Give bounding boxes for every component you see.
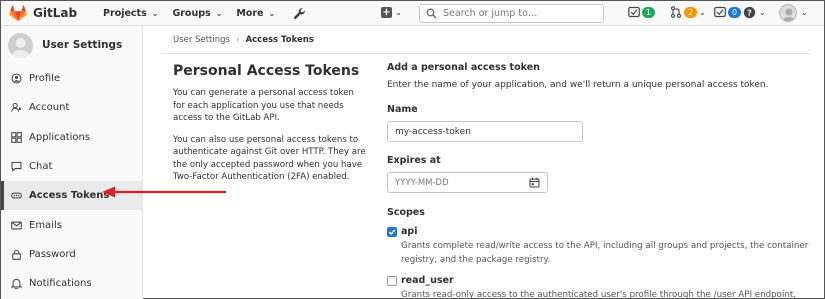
new-dropdown-button[interactable]: + ⌄: [381, 7, 402, 18]
sidebar-header[interactable]: User Settings: [1, 26, 142, 64]
lock-icon: [12, 249, 21, 260]
todos-button[interactable]: 0: [714, 6, 742, 18]
sidebar-item-chat[interactable]: Chat: [1, 152, 142, 181]
annotation-arrow: [102, 186, 226, 198]
form-heading: Add a personal access token: [387, 62, 540, 73]
breadcrumb-parent-link[interactable]: User Settings: [173, 35, 230, 45]
issues-count-badge: 1: [642, 6, 656, 18]
avatar: [8, 32, 33, 58]
nav-projects-label: Projects: [103, 7, 147, 19]
issues-button[interactable]: 1: [628, 6, 656, 18]
chevron-down-icon[interactable]: ⌄: [801, 8, 808, 17]
nav-more-label: More: [236, 7, 264, 19]
issues-icon: [628, 6, 640, 18]
svg-text:?: ?: [747, 7, 752, 17]
main-nav: Projects ⌄ Groups ⌄ More ⌄: [103, 7, 306, 20]
scope-read-user-checkbox[interactable]: [387, 276, 397, 286]
sidebar-item-applications[interactable]: Applications: [1, 123, 142, 152]
add-token-form: Add a personal access token Enter the na…: [387, 62, 817, 299]
sidebar-item-password[interactable]: Password: [1, 240, 142, 269]
merge-requests-button[interactable]: 2 ⌄: [670, 6, 706, 18]
search-input[interactable]: [443, 8, 593, 19]
sidebar-item-emails[interactable]: Emails: [1, 210, 142, 239]
sidebar-title: User Settings: [42, 39, 123, 51]
scope-read-user: read_user: [387, 275, 817, 286]
nav-groups[interactable]: Groups ⌄: [172, 8, 222, 19]
chevron-down-icon: ⌄: [215, 8, 223, 18]
admin-wrench-icon[interactable]: [293, 7, 306, 20]
sidebar-item-label: Notifications: [29, 278, 92, 290]
scope-api-label[interactable]: api: [401, 226, 417, 237]
expires-label: Expires at: [387, 155, 441, 166]
applications-icon: [11, 131, 22, 143]
sidebar-item-label: Emails: [29, 219, 62, 231]
nav-more[interactable]: More ⌄: [236, 8, 275, 19]
sidebar-item-label: Applications: [29, 131, 91, 143]
sidebar-item-label: Chat: [29, 161, 53, 173]
sidebar-item-label: Password: [29, 248, 76, 260]
bell-icon: [11, 279, 22, 290]
help-button[interactable]: ? ⌄: [743, 6, 766, 19]
todos-count-badge: 0: [728, 6, 742, 18]
avatar-icon: [782, 8, 796, 21]
scope-read-user-label[interactable]: read_user: [401, 275, 454, 286]
scope-read-user-description: Grants read-only access to the authentic…: [401, 290, 797, 299]
brand-name: GitLab: [33, 6, 78, 20]
user-avatar[interactable]: [779, 4, 797, 22]
nav-projects[interactable]: Projects ⌄: [103, 8, 158, 19]
chevron-down-icon: ⌄: [759, 8, 766, 17]
chevron-down-icon: ⌄: [395, 8, 402, 17]
form-hint: Enter the name of your application, and …: [387, 80, 769, 90]
scope-api-checkbox[interactable]: [387, 227, 397, 237]
settings-sidebar: User Settings Profile Account Applicatio…: [1, 26, 143, 299]
scopes-label: Scopes: [387, 207, 425, 218]
scope-api: api: [387, 226, 817, 237]
chevron-right-icon: ›: [235, 35, 240, 45]
avatar-icon: [11, 37, 30, 58]
info-paragraph-2: You can also use personal access tokens …: [173, 134, 366, 183]
breadcrumb-current[interactable]: Access Tokens: [246, 35, 314, 45]
info-panel: Personal Access Tokens You can generate …: [173, 63, 368, 193]
sidebar-item-label: Account: [29, 102, 70, 114]
chevron-down-icon: ⌄: [699, 7, 706, 17]
search-box[interactable]: [419, 4, 604, 23]
token-icon: [11, 192, 22, 199]
sidebar-item-notifications[interactable]: Notifications: [1, 269, 142, 298]
merge-request-icon: [670, 6, 682, 18]
chevron-down-icon: ⌄: [151, 8, 159, 18]
calendar-icon[interactable]: [529, 177, 540, 188]
chat-icon: [11, 161, 22, 172]
gitlab-tanuki-icon: [9, 4, 27, 21]
page-title: Personal Access Tokens: [173, 63, 360, 79]
chevron-down-icon: ⌄: [268, 8, 276, 18]
sidebar-item-account[interactable]: Account: [1, 93, 142, 122]
top-navbar: GitLab Projects ⌄ Groups ⌄ More ⌄ + ⌄ 1: [1, 1, 824, 26]
name-label: Name: [387, 104, 418, 115]
nav-groups-label: Groups: [172, 7, 211, 19]
expires-at-field[interactable]: [387, 172, 548, 193]
account-icon: [11, 103, 22, 113]
sidebar-item-profile[interactable]: Profile: [1, 64, 142, 93]
breadcrumb: User Settings › Access Tokens: [173, 35, 314, 45]
scope-api-description: Grants complete read/write access to the…: [401, 241, 809, 265]
expires-at-input[interactable]: [395, 177, 505, 188]
todo-icon: [714, 6, 726, 18]
token-name-input[interactable]: [387, 121, 583, 142]
merge-requests-count-badge: 2: [684, 6, 698, 18]
divider: [161, 53, 811, 54]
help-icon: ?: [743, 6, 756, 19]
search-icon: [426, 8, 437, 19]
plus-icon: +: [381, 7, 392, 18]
sidebar-item-label: Access Tokens: [29, 190, 110, 202]
info-paragraph-1: You can generate a personal access token…: [173, 88, 354, 123]
sidebar-item-label: Profile: [29, 73, 61, 85]
checkmark-icon: [388, 229, 396, 236]
gitlab-logo[interactable]: GitLab: [9, 4, 78, 22]
email-icon: [11, 221, 22, 230]
profile-icon: [11, 73, 22, 84]
